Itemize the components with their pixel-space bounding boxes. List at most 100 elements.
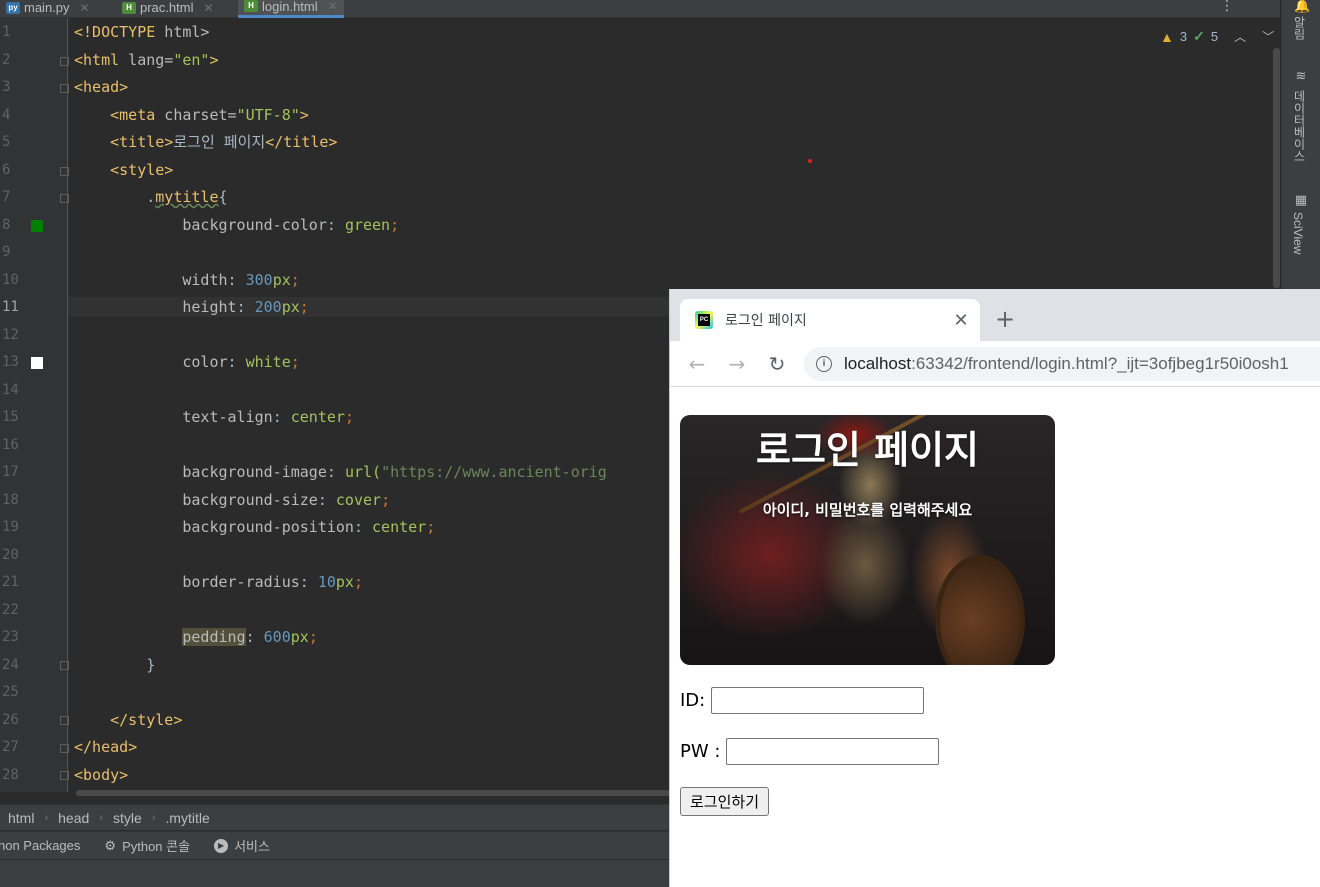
color-swatch-green[interactable] [31,220,43,232]
notifications-panel-label[interactable]: 알림 [1291,16,1308,40]
pw-input[interactable] [726,738,940,765]
new-tab-icon[interactable]: + [995,307,1015,331]
pw-row: PW : [680,738,940,765]
python-file-icon: py [6,1,20,14]
code-line: background-position: center; [74,518,436,536]
browser-tab-strip: PC 로그인 페이지 ✕ + [670,289,1320,341]
line-number: 9 [2,244,11,260]
bell-icon[interactable]: 🔔 [1294,0,1310,14]
more-icon[interactable]: ⋮ [1220,0,1234,14]
line-number: 20 [2,547,19,563]
back-arrow-icon[interactable]: ← [684,351,710,377]
url-text[interactable]: localhost:63342/frontend/login.html?_ijt… [844,354,1289,374]
python-packages-button[interactable]: hon Packages [0,838,80,853]
line-number: 24 [2,657,19,673]
editor-gutter: 1 2 3 4 5 6 7 8 9 10 11 12 13 14 15 16 1… [0,18,69,792]
line-number: 2 [2,52,11,68]
code-line: <html lang="en"> [74,51,219,69]
line-number: 6 [2,162,11,178]
tab-label: login.html [262,0,318,14]
title-banner: 로그인 페이지 아이디, 비밀번호를 입력해주세요 [680,415,1055,665]
check-icon: ✓ [1193,28,1205,44]
code-line: </head> [74,738,138,756]
banner-image-shield [935,555,1025,665]
close-icon[interactable]: ✕ [948,310,974,331]
database-icon[interactable]: ≋ [1294,70,1308,84]
chevron-right-icon: › [99,811,103,824]
line-number: 18 [2,492,19,508]
info-icon[interactable]: i [816,356,832,372]
color-swatch-white[interactable] [31,357,43,369]
breadcrumb-item[interactable]: html [8,810,34,826]
pycharm-favicon-icon: PC [695,311,713,329]
sciview-panel-label[interactable]: SciView [1291,212,1305,254]
line-number: 21 [2,574,19,590]
browser-tab[interactable]: PC 로그인 페이지 ✕ [680,299,980,341]
close-icon[interactable]: ✕ [80,1,90,15]
tab-login-html[interactable]: H login.html ✕ [238,0,344,18]
error-marker [808,159,812,163]
breadcrumb-item[interactable]: style [113,810,142,826]
page-subheading: 아이디, 비밀번호를 입력해주세요 [762,501,973,519]
database-panel-label[interactable]: 데이터베이스 [1291,90,1308,162]
line-number: 28 [2,767,19,783]
chevron-down-icon[interactable]: ﹀ [1262,28,1274,45]
horizontal-scrollbar[interactable] [76,790,676,796]
breadcrumb-item[interactable]: .mytitle [165,810,209,826]
page-heading: 로그인 페이지 [756,428,979,472]
code-line: background-size: cover; [74,491,391,509]
code-line: } [74,656,156,674]
code-line: border-radius: 10px; [74,573,363,591]
forward-arrow-icon[interactable]: → [724,351,750,377]
id-row: ID: [680,687,925,714]
code-line: <head> [74,78,129,96]
python-console-button[interactable]: ⚙ Python 콘솔 [104,836,190,855]
reload-icon[interactable]: ↻ [764,351,790,377]
tab-main-py[interactable]: py main.py ✕ [0,0,96,18]
chevron-right-icon: › [151,811,156,824]
code-line: .mytitle{ [146,188,228,206]
address-bar[interactable]: i localhost:63342/frontend/login.html?_i… [804,347,1320,381]
code-line: <meta charset="UTF-8"> [74,106,309,124]
code-line: background-color: green; [74,216,400,234]
line-number: 15 [2,409,19,425]
close-icon[interactable]: ✕ [203,1,213,15]
inspection-widget[interactable]: ▲ 3 ✓ 5 ︿ ﹀ [1160,28,1274,45]
line-number: 23 [2,629,19,645]
line-number: 11 [2,299,19,315]
close-icon[interactable]: ✕ [328,0,338,13]
play-icon: ▶ [214,838,229,853]
breadcrumb-item[interactable]: head [58,810,89,826]
code-line: <body> [74,766,129,784]
line-number: 12 [2,327,19,343]
login-button[interactable]: 로그인하기 [680,787,770,816]
tab-label: main.py [24,0,70,15]
line-number: 3 [2,79,11,95]
line-number: 13 [2,354,19,370]
sciview-icon[interactable]: ▦ [1294,194,1308,208]
tab-prac-html[interactable]: H prac.html ✕ [116,0,220,18]
line-number: 16 [2,437,19,453]
line-number: 7 [2,189,11,205]
line-number: 5 [2,134,11,150]
line-number: 8 [2,217,11,233]
code-line: color: white; [74,353,300,371]
code-line: </style> [74,711,183,729]
warning-count: 3 [1179,29,1188,44]
line-number: 10 [2,272,19,288]
line-number: 26 [2,712,19,728]
chevron-up-icon[interactable]: ︿ [1234,28,1246,45]
id-input[interactable] [711,687,925,714]
line-number: 17 [2,464,19,480]
code-line: background-image: url("https://www.ancie… [74,463,607,481]
pw-label: PW : [680,741,721,762]
code-line: <title>로그인 페이지</title> [74,133,338,151]
code-line: width: 300px; [74,271,300,289]
services-button[interactable]: ▶ 서비스 [214,836,270,855]
html-file-icon: H [122,1,136,14]
line-number: 1 [2,24,11,40]
html-file-icon: H [244,0,258,12]
vertical-scrollbar[interactable] [1273,48,1280,288]
python-icon: ⚙ [104,837,117,853]
ok-count: 5 [1210,29,1219,44]
